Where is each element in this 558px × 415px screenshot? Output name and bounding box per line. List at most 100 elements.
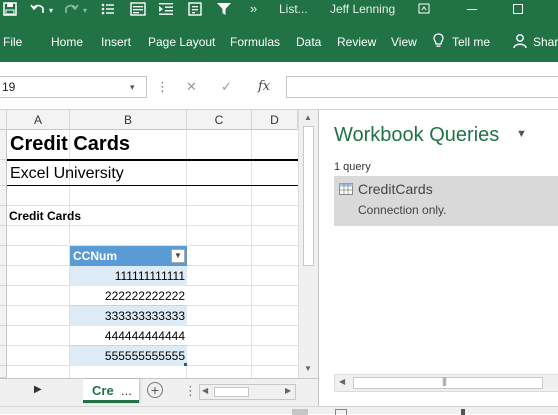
table-resize-handle[interactable] [184,363,187,366]
table-row[interactable]: 333333333333 [70,306,187,326]
table-header-label: CCNum [73,249,117,263]
scroll-grip-icon: ||| [442,376,447,386]
tab-file[interactable]: File [3,35,22,49]
undo-dropdown-icon[interactable]: ▾ [49,1,53,21]
indent-icon[interactable] [158,1,174,21]
h-scroll-thumb[interactable] [214,387,249,397]
save-icon[interactable] [3,1,17,21]
prev-sheet-icon[interactable]: ▶ [34,384,42,395]
bullet-list-icon[interactable] [101,1,115,21]
formula-bar: 19 ▾ ⋮ ✕ ✓ fx [0,62,558,110]
table-row[interactable]: 444444444444 [70,326,187,346]
tab-review[interactable]: Review [337,35,376,49]
redo-dropdown-icon[interactable]: ▾ [83,1,87,21]
table-header-ccnum[interactable]: CCNum ▼ [70,246,187,266]
tab-home[interactable]: Home [51,35,83,49]
page-layout-view-icon[interactable] [335,409,347,415]
sheet-vertical-scrollbar[interactable]: ▲ ▼ [298,110,318,378]
worksheet-grid[interactable]: A B C D Credit Cards Excel University Cr… [0,110,298,378]
pane-scroll-thumb[interactable]: ||| [353,376,543,389]
window-title: List... [279,2,308,16]
cancel-icon[interactable]: ✕ [186,76,197,98]
row-header[interactable] [0,306,7,326]
query-status: Connection only. [358,203,447,217]
row-header[interactable] [0,346,7,366]
row-header[interactable] [0,366,7,378]
tab-insert[interactable]: Insert [101,35,131,49]
formula-bar-handle-icon[interactable]: ⋮ [156,76,169,98]
query-item-creditcards[interactable]: CreditCards Connection only. [334,176,558,226]
minimize-icon[interactable] [466,0,478,20]
tab-formulas[interactable]: Formulas [230,35,280,49]
scroll-up-icon[interactable]: ▲ [304,113,312,122]
status-bar [0,406,558,415]
gridline [7,225,298,226]
table-row[interactable]: 111111111111 [70,266,187,286]
pane-scroll-left-icon[interactable]: ◀ [339,377,345,386]
column-header-b[interactable]: B [70,110,187,130]
row-header[interactable] [0,160,7,186]
ribbon-display-icon[interactable] [418,0,430,20]
table-icon [339,182,353,200]
normal-view-icon[interactable] [292,409,308,415]
form-icon[interactable] [130,1,146,21]
sheet-horizontal-scrollbar[interactable]: ◀ ▶ [199,384,296,400]
lightbulb-icon[interactable] [433,33,444,52]
row-header[interactable] [0,286,7,306]
redo-icon[interactable] [63,1,79,21]
tabbar-handle-icon[interactable]: ⋮ [184,383,197,399]
name-box[interactable]: 19 [0,76,147,98]
tab-page-layout[interactable]: Page Layout [148,35,215,49]
table-row[interactable]: 555555555555 [70,346,187,366]
filter-icon[interactable] [216,1,232,21]
scroll-down-icon[interactable]: ▼ [304,364,312,373]
sheet-title-cell[interactable]: Credit Cards [10,133,130,156]
sheet-tab-bar: ▶ Cre ... + ⋮ ◀ ▶ [0,378,318,406]
column-header-d[interactable]: D [252,110,298,130]
query-name: CreditCards [358,181,433,197]
pane-title: Workbook Queries [334,124,500,146]
row-header[interactable] [0,186,7,206]
row-header[interactable] [0,246,7,266]
share-button[interactable]: Share [533,35,558,49]
tab-data[interactable]: Data [296,35,321,49]
row-header[interactable] [0,266,7,286]
tab-view[interactable]: View [391,35,417,49]
sheet-subtitle-cell[interactable]: Excel University [10,165,124,183]
pane-horizontal-scrollbar[interactable]: ◀ ||| [334,374,558,392]
more-commands[interactable]: » [250,0,257,18]
column-header-c[interactable]: C [187,110,252,130]
section-label-cell[interactable]: Credit Cards [9,209,81,223]
gridline [7,185,298,186]
scroll-thumb[interactable] [303,126,314,266]
tell-me-box[interactable]: Tell me [452,35,490,49]
table-row[interactable]: 222222222222 [70,286,187,306]
sheet-tab-active[interactable]: Cre ... [83,379,139,403]
insert-function-icon[interactable]: fx [258,76,270,98]
undo-icon[interactable] [30,1,46,21]
row-header[interactable] [0,226,7,246]
workbook-queries-pane: Workbook Queries ▼ 1 query CreditCards C… [318,110,558,406]
add-sheet-icon[interactable]: + [147,382,163,398]
filter-dropdown-icon[interactable]: ▼ [171,249,185,263]
row-header[interactable] [0,326,7,346]
scroll-left-icon[interactable]: ◀ [202,386,208,395]
zoom-slider-thumb[interactable] [461,409,465,415]
row-header[interactable] [0,206,7,226]
enter-icon[interactable]: ✓ [221,76,232,98]
sheet-tab-overflow[interactable]: ... [121,383,132,398]
maximize-icon[interactable] [512,0,524,20]
user-name[interactable]: Jeff Lenning [330,0,395,18]
share-icon[interactable] [513,33,529,52]
gridline [7,205,298,206]
pane-options-dropdown-icon[interactable]: ▼ [516,128,527,140]
scroll-right-icon[interactable]: ▶ [285,386,291,395]
column-header-a[interactable]: A [7,110,70,130]
name-box-dropdown-icon[interactable]: ▾ [130,76,135,98]
formula-input[interactable] [286,76,558,98]
select-all-corner[interactable] [0,110,7,130]
row-header[interactable] [0,130,7,160]
title-bar: ▾ ▾ » List... Jeff Lenning [0,0,558,22]
query-count: 1 query [334,161,371,173]
checklist-icon[interactable] [188,1,202,21]
